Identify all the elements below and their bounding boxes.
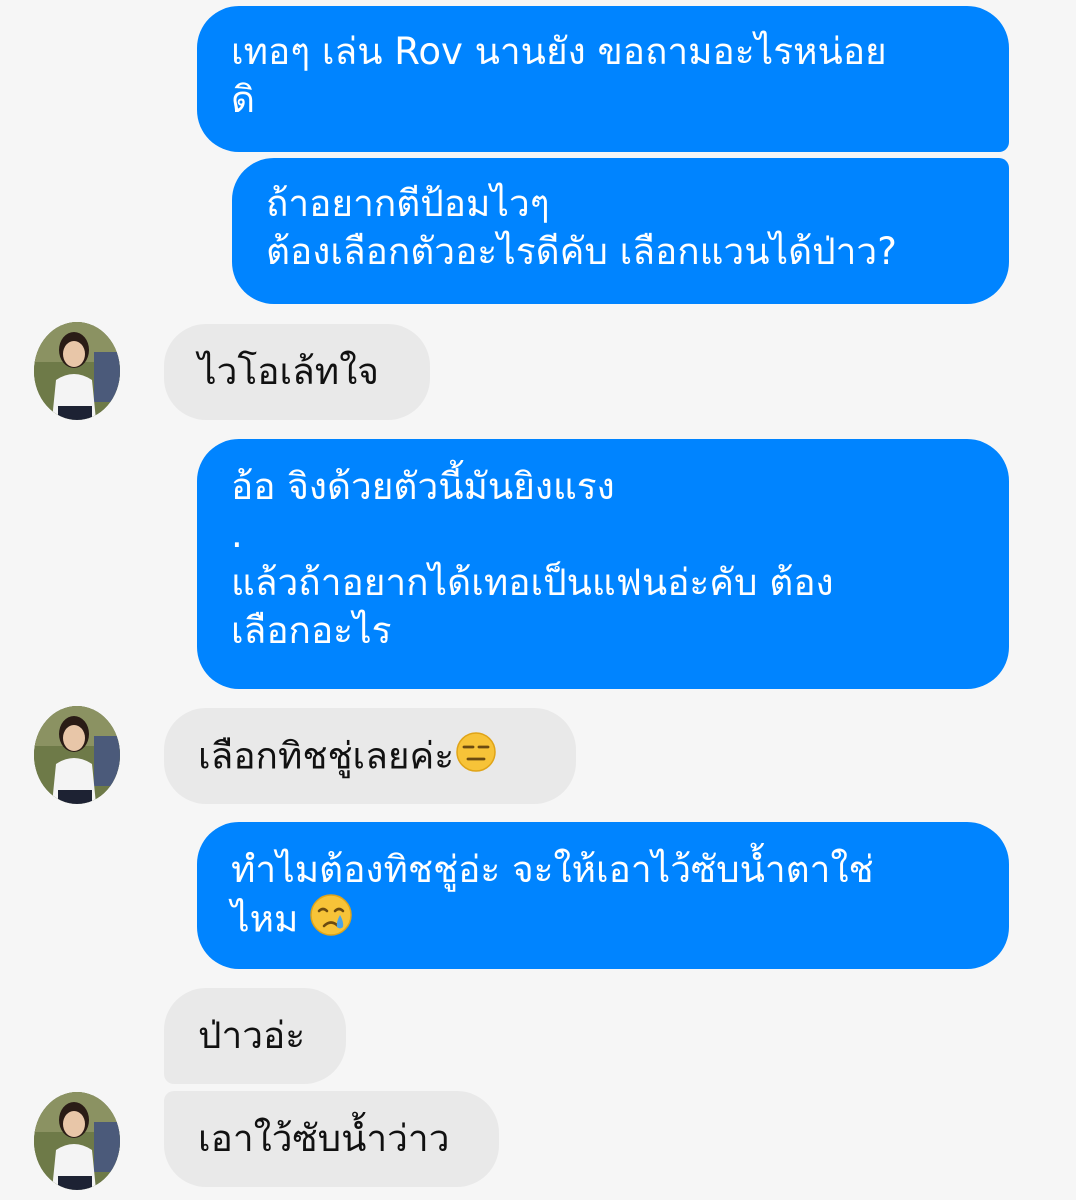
message-bubble-incoming[interactable]: ป่าวอ่ะ — [164, 988, 346, 1084]
avatar[interactable] — [34, 1092, 120, 1190]
crying-face-icon — [310, 894, 352, 948]
message-bubble-outgoing[interactable]: ทำไมต้องทิชชู่อ่ะ จะให้เอาไว้ซับน้ำตาใช่… — [197, 822, 1009, 969]
message-text: เลือกทิชชู่เลยค่ะ — [198, 734, 455, 778]
expressionless-face-icon — [456, 732, 496, 784]
message-bubble-outgoing[interactable]: ถ้าอยากตีป้อมไวๆ ต้องเลือกตัวอะไรดีคับ เ… — [232, 158, 1009, 304]
message-bubble-incoming[interactable]: เอาใว้ซับน้ำว่าว — [164, 1091, 499, 1187]
message-bubble-outgoing[interactable]: อ้อ จิงด้วยตัวนี้มันยิงแรง . แล้วถ้าอยาก… — [197, 439, 1009, 689]
avatar[interactable] — [34, 322, 120, 420]
message-bubble-outgoing[interactable]: เทอๆ เล่น Rov นานยัง ขอถามอะไรหน่อย ดิ — [197, 6, 1009, 152]
avatar[interactable] — [34, 706, 120, 804]
message-bubble-incoming[interactable]: เลือกทิชชู่เลยค่ะ — [164, 708, 576, 804]
message-bubble-incoming[interactable]: ไวโอเล้ทใจ — [164, 324, 430, 420]
